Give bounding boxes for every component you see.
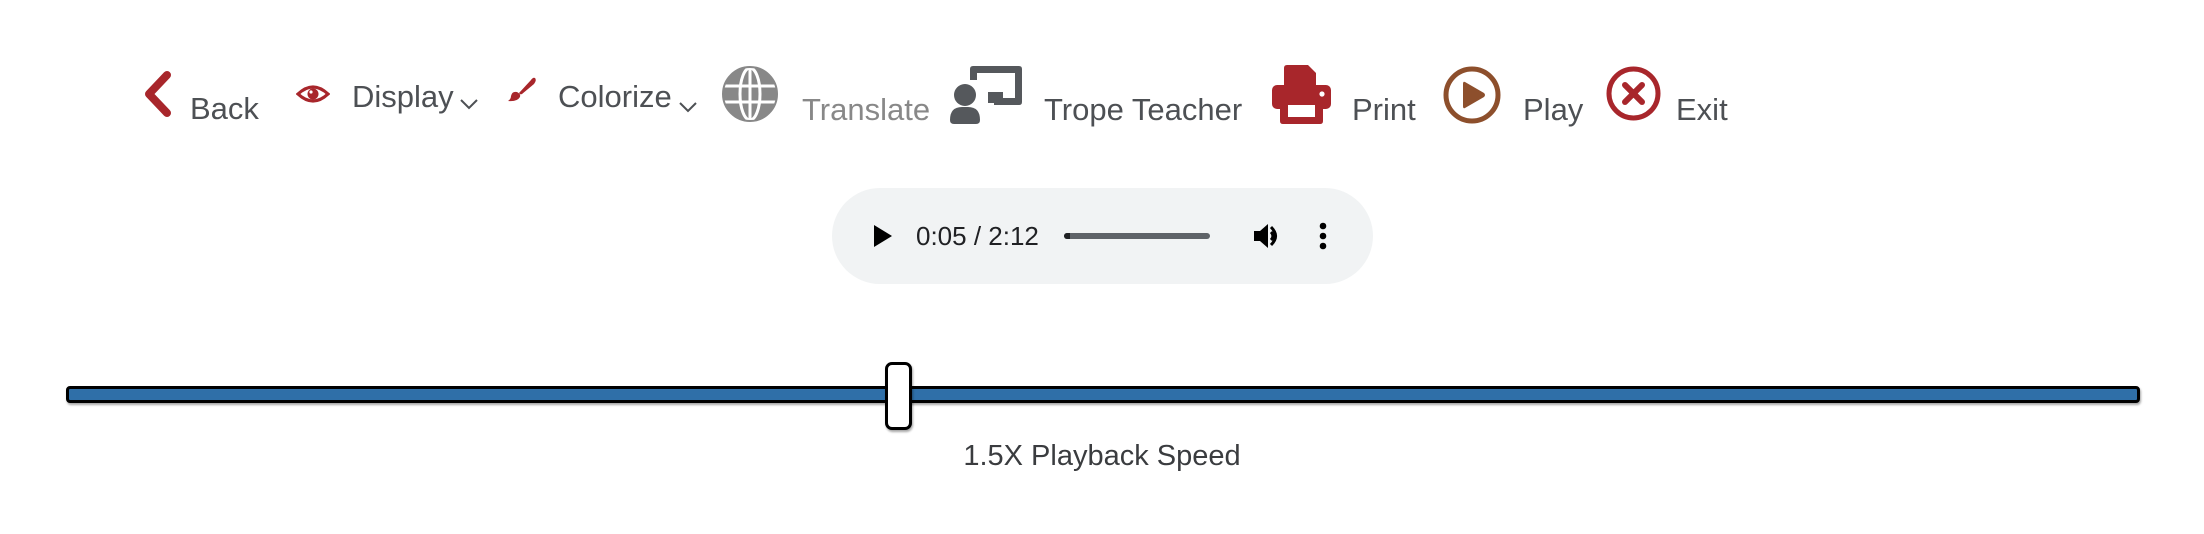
slider-thumb[interactable] xyxy=(885,362,912,430)
print-button[interactable]: Print xyxy=(1272,65,1416,125)
colorize-menu-button[interactable]: Colorize xyxy=(504,70,700,115)
play-icon[interactable] xyxy=(874,225,892,247)
play-button[interactable]: Play xyxy=(1443,66,1583,125)
back-label: Back xyxy=(190,91,259,126)
display-menu-button[interactable]: Display xyxy=(294,70,484,115)
audio-progress-fill xyxy=(1064,233,1070,239)
chevron-down-icon xyxy=(460,97,478,110)
audio-player: 0:05 / 2:12 xyxy=(832,188,1373,284)
eye-icon xyxy=(296,84,330,104)
trope-teacher-label: Trope Teacher xyxy=(1044,92,1243,127)
exit-label: Exit xyxy=(1676,92,1728,127)
chevron-left-icon xyxy=(141,70,173,118)
back-button[interactable]: Back xyxy=(138,66,259,126)
exit-button[interactable]: Exit xyxy=(1606,66,1728,127)
audio-progress-bar[interactable] xyxy=(1064,233,1210,239)
play-circle-icon xyxy=(1443,66,1501,124)
chevron-down-icon xyxy=(679,100,697,113)
translate-button[interactable]: Translate xyxy=(722,66,930,125)
playback-speed-label: 1.5X Playback Speed xyxy=(963,440,1241,472)
play-label: Play xyxy=(1523,92,1584,127)
trope-teacher-button[interactable]: Trope Teacher xyxy=(950,66,1242,125)
translate-label: Translate xyxy=(802,92,931,127)
display-label: Display xyxy=(352,79,454,114)
globe-icon xyxy=(722,66,778,122)
printer-icon xyxy=(1272,65,1331,124)
print-label: Print xyxy=(1352,92,1416,127)
close-circle-icon xyxy=(1606,66,1661,121)
teacher-icon xyxy=(950,66,1022,124)
slider-track[interactable] xyxy=(66,386,2140,403)
volume-icon[interactable] xyxy=(1254,223,1282,249)
more-vert-icon[interactable] xyxy=(1319,222,1327,250)
colorize-label: Colorize xyxy=(558,79,672,114)
time-display: 0:05 / 2:12 xyxy=(916,221,1039,251)
paintbrush-icon xyxy=(505,77,537,102)
